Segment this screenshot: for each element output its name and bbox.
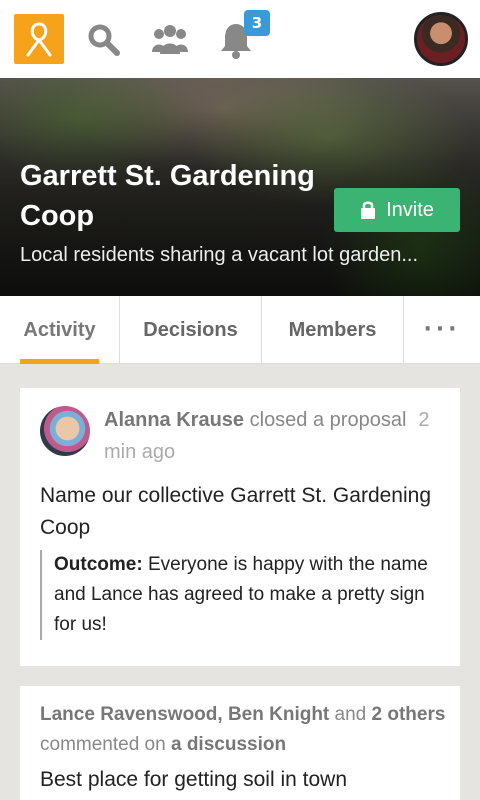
tab-decisions-label: Decisions	[143, 318, 238, 341]
action-text: closed a	[244, 409, 330, 431]
tab-members-label: Members	[288, 318, 377, 341]
actor-name[interactable]: Alanna Krause	[104, 409, 244, 431]
and-text: and	[329, 704, 372, 725]
search-button[interactable]	[84, 20, 124, 60]
people-icon	[152, 25, 188, 54]
tab-decisions[interactable]: Decisions	[120, 296, 262, 364]
discussion-link[interactable]: a discussion	[171, 734, 286, 755]
tab-activity-label: Activity	[23, 318, 96, 341]
action-object-link[interactable]: proposal	[330, 409, 407, 431]
group-description: Local residents sharing a vacant lot gar…	[20, 244, 419, 266]
group-tabs: Activity Decisions Members ···	[0, 296, 480, 364]
activity-header: Alanna Krause closed a proposal 2 min ago	[104, 404, 444, 468]
more-tabs-button[interactable]: ···	[404, 296, 480, 363]
avatar[interactable]	[40, 406, 90, 456]
proposal-title[interactable]: Name our collective Garrett St. Gardenin…	[40, 480, 450, 544]
outcome-quote: Outcome: Everyone is happy with the name…	[40, 550, 450, 640]
user-avatar[interactable]	[414, 12, 468, 66]
discussion-title[interactable]: Best place for getting soil in town	[40, 764, 450, 796]
lock-icon	[361, 201, 376, 219]
actor-names[interactable]: Lance Ravenswood, Ben Knight	[40, 704, 329, 725]
notification-count-badge: 3	[244, 10, 270, 36]
invite-label: Invite	[386, 198, 434, 221]
top-bar: 3	[0, 0, 480, 78]
group-cover: Garrett St. Gardening Coop Invite Local …	[0, 78, 480, 296]
activity-header: Lance Ravenswood, Ben Knight and 2 other…	[40, 700, 450, 760]
group-title: Garrett St. Gardening Coop	[20, 160, 315, 232]
app-logo-button[interactable]	[14, 14, 64, 64]
loomio-logo-icon	[26, 22, 52, 57]
action-text: commented on	[40, 734, 171, 755]
tab-activity[interactable]: Activity	[0, 296, 120, 364]
outcome-label: Outcome:	[54, 554, 143, 575]
search-icon	[88, 24, 120, 56]
groups-button[interactable]	[150, 20, 190, 60]
activity-card[interactable]: Lance Ravenswood, Ben Knight and 2 other…	[20, 686, 460, 800]
tab-members[interactable]: Members	[262, 296, 404, 364]
others-link[interactable]: 2 others	[372, 704, 446, 725]
activity-card[interactable]: Alanna Krause closed a proposal 2 min ago…	[20, 388, 460, 666]
invite-button[interactable]: Invite	[334, 188, 460, 232]
